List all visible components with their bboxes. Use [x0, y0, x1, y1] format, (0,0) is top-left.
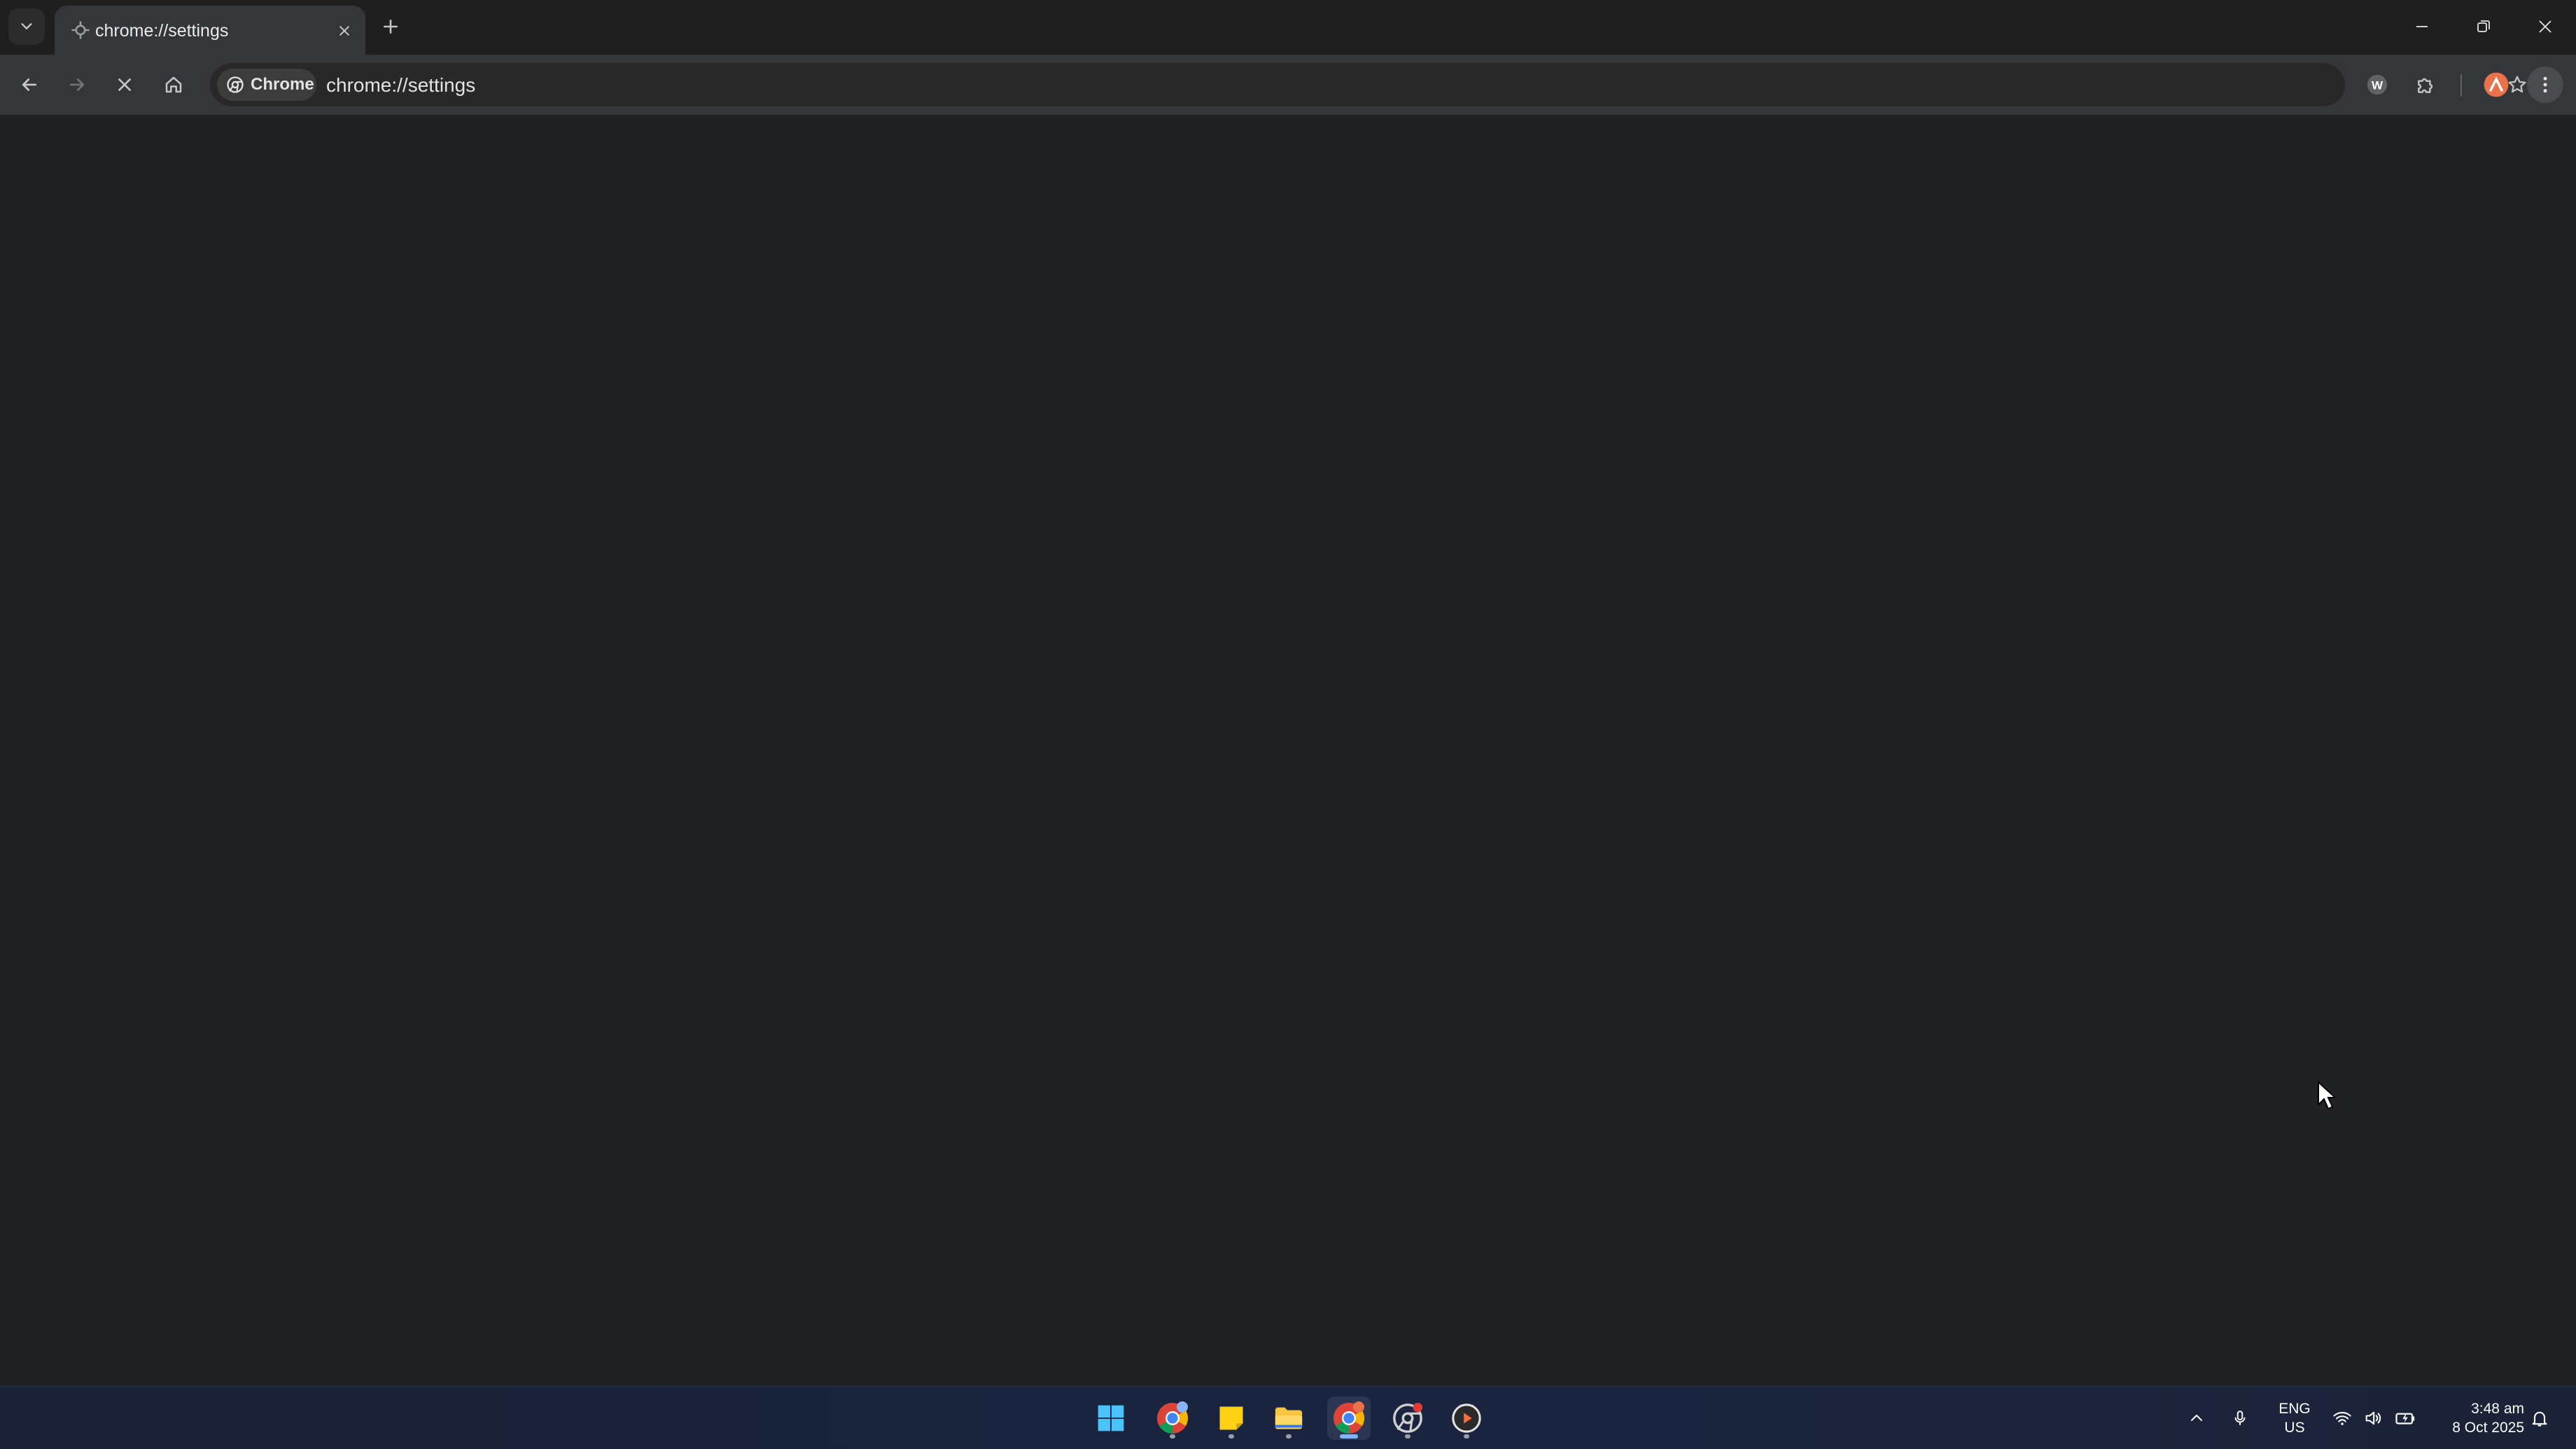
running-indicator [1228, 1434, 1234, 1438]
tab-strip: chrome://settings [0, 0, 2576, 55]
chip-label: Chrome [251, 75, 314, 94]
extension-w-button[interactable]: W [2359, 66, 2395, 103]
puzzle-icon [2418, 78, 2433, 93]
browser-window: chrome://settings Chrome chrome://settin… [0, 0, 2576, 1449]
tab-settings[interactable]: chrome://settings [55, 6, 365, 55]
close-window-button[interactable] [2523, 7, 2568, 46]
toolbar: Chrome chrome://settings W [0, 55, 2576, 115]
wifi-icon [2333, 1411, 2351, 1425]
speaker-icon [2365, 1411, 2381, 1425]
lang-primary: ENG [2278, 1401, 2311, 1417]
windows-logo-icon [1098, 1405, 1124, 1432]
url-text[interactable]: chrome://settings [326, 74, 475, 97]
chevron-up-icon [2191, 1415, 2202, 1421]
extensions-button[interactable] [2408, 66, 2444, 103]
arrow-left-icon [22, 78, 37, 91]
running-indicator [1464, 1434, 1469, 1438]
close-icon [2539, 20, 2552, 33]
running-indicator [1286, 1434, 1292, 1438]
chevron-down-icon [21, 23, 32, 29]
toolbar-divider [2460, 74, 2462, 97]
address-bar[interactable]: Chrome chrome://settings [210, 63, 2526, 106]
forward-button[interactable] [59, 66, 95, 103]
arrow-right-icon [69, 78, 85, 91]
sticky-notes-icon [1219, 1406, 1243, 1430]
battery-charging-icon [2395, 1413, 2415, 1424]
show-hidden-icons-button[interactable] [2183, 1404, 2211, 1433]
profile-button[interactable] [2478, 66, 2514, 103]
tab-close-button[interactable] [332, 18, 357, 43]
minimize-icon [2416, 26, 2428, 27]
home-button[interactable] [155, 66, 192, 103]
clock[interactable]: 3:48 am 8 Oct 2025 [2429, 1399, 2524, 1437]
stop-loading-button[interactable] [106, 66, 143, 103]
battery-button[interactable] [2391, 1404, 2419, 1433]
play-icon [1452, 1404, 1481, 1433]
restore-icon [2477, 20, 2490, 32]
tab-title: chrome://settings [95, 21, 229, 41]
clock-date: 8 Oct 2025 [2452, 1420, 2524, 1436]
minimize-button[interactable] [2400, 7, 2444, 46]
new-tab-button[interactable] [375, 11, 406, 42]
microphone-button[interactable] [2226, 1404, 2254, 1433]
chrome-alt-app[interactable] [1386, 1396, 1429, 1440]
svg-text:W: W [2372, 78, 2384, 92]
mouse-cursor-icon [2318, 1081, 2335, 1110]
active-indicator [1340, 1434, 1358, 1438]
close-icon [340, 26, 349, 36]
back-button[interactable] [11, 66, 48, 103]
notification-icon [2532, 1411, 2547, 1427]
notifications-button[interactable] [2526, 1404, 2554, 1433]
microphone-icon [2234, 1410, 2246, 1425]
file-explorer-app[interactable] [1267, 1396, 1310, 1440]
running-indicator [1405, 1434, 1410, 1438]
chrome-profile-app[interactable] [1151, 1396, 1194, 1440]
chrome-icon [1157, 1401, 1188, 1434]
chrome-icon [227, 76, 244, 93]
volume-button[interactable] [2359, 1404, 2387, 1433]
clock-time: 3:48 am [2471, 1401, 2524, 1417]
site-info-chip[interactable]: Chrome [217, 69, 316, 101]
restore-button[interactable] [2461, 7, 2506, 46]
input-language-indicator[interactable]: ENG US [2274, 1399, 2316, 1437]
wifi-button[interactable] [2328, 1404, 2356, 1433]
lang-region: US [2284, 1420, 2305, 1436]
chrome-outline-icon [1393, 1402, 1423, 1433]
start-button[interactable] [1089, 1396, 1133, 1440]
chrome-icon [1334, 1401, 1364, 1434]
running-indicator [1170, 1434, 1175, 1438]
close-icon [118, 78, 131, 91]
menu-button[interactable] [2527, 66, 2563, 103]
home-icon [165, 76, 182, 93]
extension-w-icon: W [2367, 74, 2388, 95]
avatar-icon [2484, 72, 2509, 97]
tab-search-button[interactable] [8, 8, 45, 45]
plus-icon [384, 20, 398, 34]
page-content [0, 115, 2576, 1386]
more-vertical-icon [2543, 76, 2547, 93]
folder-icon [1275, 1407, 1303, 1429]
chrome-app[interactable] [1327, 1396, 1371, 1440]
sticky-notes-app[interactable] [1210, 1396, 1253, 1440]
media-player-app[interactable] [1445, 1396, 1488, 1440]
chrome-settings-icon [71, 21, 90, 39]
taskbar: ENG US 3:48 am 8 Oct 2025 [0, 1386, 2576, 1449]
